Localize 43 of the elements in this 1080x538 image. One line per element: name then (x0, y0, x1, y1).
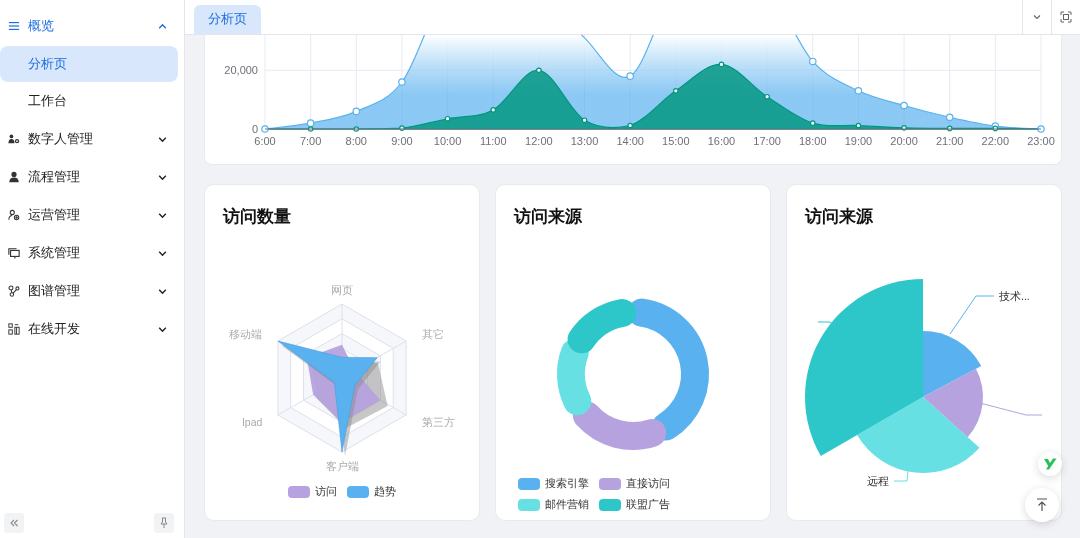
axis-label: 12:00 (525, 135, 553, 147)
slice-label: 远程 (867, 475, 889, 487)
axis-label: 23:00 (1027, 135, 1055, 147)
menu-label: 在线开发 (28, 320, 81, 338)
axis-label: 15:00 (662, 135, 690, 147)
axis-label: 网页 (331, 284, 353, 296)
legend-label: 趋势 (374, 484, 396, 499)
legend-label: 访问 (315, 484, 337, 499)
axis-label: 21:00 (935, 135, 964, 147)
legend-label: 直接访问 (626, 476, 670, 491)
axis-label: 11:00 (479, 135, 507, 147)
menu-label: 系统管理 (28, 244, 81, 262)
menu-label: 数字人管理 (28, 130, 94, 148)
menu-label: 图谱管理 (28, 282, 81, 300)
menu-label: 流程管理 (28, 168, 81, 186)
axis-label: 9:00 (391, 135, 413, 147)
axis-label: 8:00 (345, 135, 367, 147)
legend-label: 联盟广告 (626, 497, 670, 512)
axis-label: 其它 (421, 328, 444, 340)
legend-label: 邮件营销 (545, 497, 589, 512)
axis-label: 7:00 (299, 135, 322, 147)
axis-label: 客户端 (325, 460, 359, 472)
card-title: 访问数量 (223, 206, 291, 228)
axis-label: 20:00 (890, 135, 918, 147)
axis-label: 18:00 (799, 135, 827, 147)
axis-label: 16:00 (707, 135, 736, 147)
card-title: 访问来源 (514, 206, 582, 228)
menu-label: 运营管理 (28, 206, 81, 224)
axis-label: 17:00 (753, 135, 781, 147)
axis-label: 10:00 (433, 135, 462, 147)
axis-label: 20,000 (224, 64, 258, 77)
axis-label: 22:00 (981, 135, 1010, 147)
axis-label: 19:00 (844, 135, 873, 147)
menu-label: 概览 (28, 17, 55, 35)
axis-label: 6:00 (254, 135, 276, 147)
card-title: 访问来源 (805, 206, 873, 228)
axis-label: 14:00 (616, 135, 644, 147)
slice-label: 技术... (999, 290, 1030, 302)
axis-label: 移动端 (229, 328, 263, 340)
axis-label: 0 (251, 123, 258, 135)
legend-label: 搜索引擎 (545, 476, 589, 491)
axis-label: 13:00 (570, 135, 599, 147)
axis-label: Ipad (241, 416, 263, 428)
